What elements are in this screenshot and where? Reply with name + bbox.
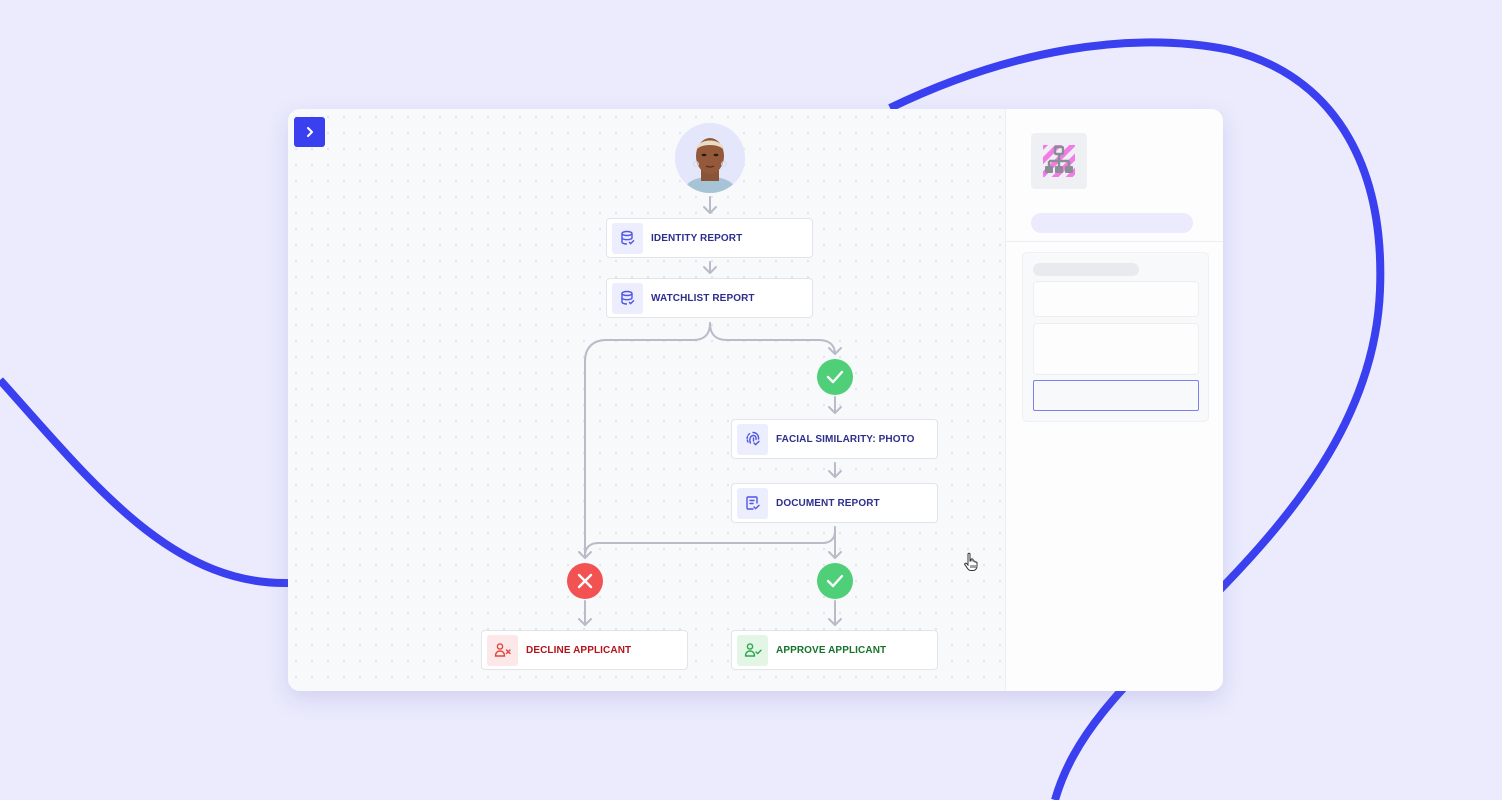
node-label: APPROVE APPLICANT	[776, 644, 887, 656]
condition-pass-badge[interactable]	[817, 563, 853, 599]
workflow-canvas[interactable]: IDENTITY REPORT WATCHLIST REPORT FACIAL …	[288, 109, 1005, 691]
node-watchlist-report[interactable]: WATCHLIST REPORT	[606, 278, 813, 318]
check-icon	[826, 574, 844, 588]
workflow-edges	[578, 196, 842, 626]
node-document-report[interactable]: DOCUMENT REPORT	[731, 483, 938, 523]
form-textarea-placeholder[interactable]	[1033, 323, 1199, 375]
workflow-builder-window: IDENTITY REPORT WATCHLIST REPORT FACIAL …	[288, 109, 1223, 691]
edge-watchlist-branch	[584, 322, 711, 556]
user-check-icon	[737, 634, 768, 666]
node-label: DECLINE APPLICANT	[526, 644, 632, 656]
x-icon	[577, 573, 593, 589]
user-x-icon	[487, 634, 518, 666]
condition-pass-badge[interactable]	[817, 359, 853, 395]
node-label: FACIAL SIMILARITY: PHOTO	[776, 433, 915, 445]
form-label-placeholder	[1033, 263, 1139, 276]
hand-pointer-icon	[964, 552, 978, 571]
database-check-icon	[612, 282, 643, 314]
node-approve-applicant[interactable]: APPROVE APPLICANT	[731, 630, 938, 670]
applicant-portrait-icon	[675, 123, 745, 193]
node-decline-applicant[interactable]: DECLINE APPLICANT	[481, 630, 688, 670]
node-label: DOCUMENT REPORT	[776, 497, 880, 509]
check-icon	[826, 370, 844, 384]
workflow-hierarchy-icon	[1031, 133, 1087, 189]
form-field-placeholder[interactable]	[1033, 281, 1199, 317]
database-check-icon	[612, 222, 643, 254]
node-label: IDENTITY REPORT	[651, 232, 743, 244]
face-scan-icon	[737, 423, 768, 455]
node-label: WATCHLIST REPORT	[651, 292, 755, 304]
document-check-icon	[737, 487, 768, 519]
node-facial-similarity-photo[interactable]: FACIAL SIMILARITY: PHOTO	[731, 419, 938, 459]
properties-panel	[1005, 109, 1223, 691]
panel-form-card	[1022, 252, 1209, 422]
applicant-avatar[interactable]	[675, 123, 745, 193]
node-identity-report[interactable]: IDENTITY REPORT	[606, 218, 813, 258]
condition-fail-badge[interactable]	[567, 563, 603, 599]
form-active-field[interactable]	[1033, 380, 1199, 411]
panel-divider	[1006, 241, 1223, 242]
panel-title-placeholder	[1031, 213, 1193, 233]
